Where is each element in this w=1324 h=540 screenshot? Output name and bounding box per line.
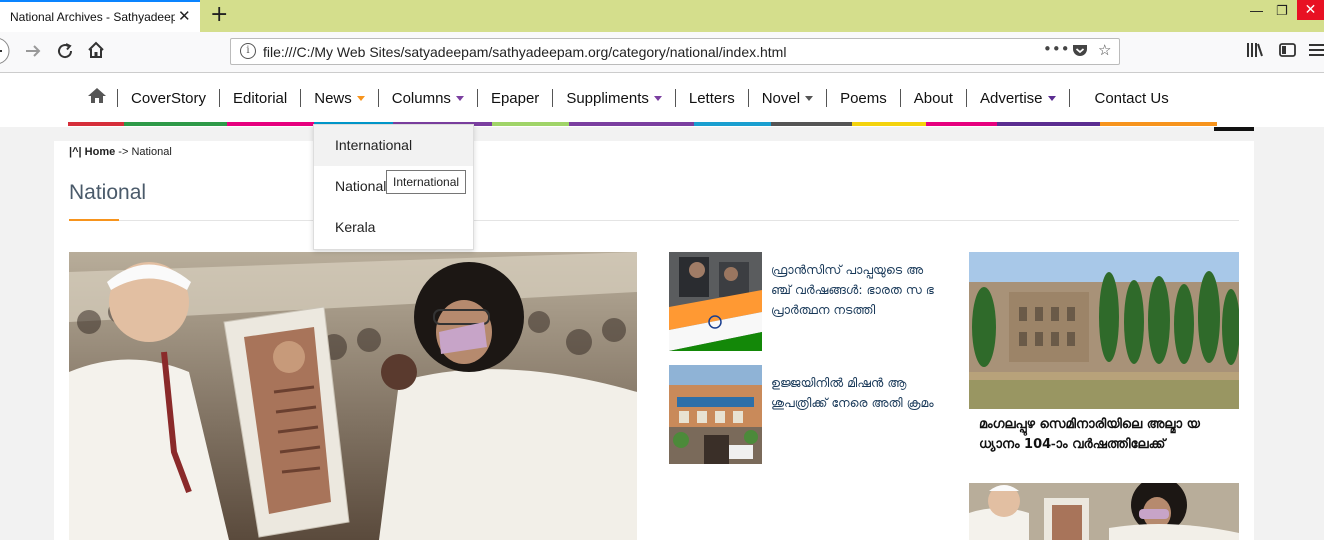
menu-label: News: [314, 89, 352, 107]
menu-label: CoverStory: [131, 89, 207, 107]
url-text[interactable]: file:///C:/My Web Sites/satyadeepam/sath…: [263, 44, 786, 60]
menu-item-editorial[interactable]: Editorial: [220, 90, 300, 107]
story-title[interactable]: ഉജ്ജയിനില്‍ മിഷന്‍ ആ ശുപത്രിക്ക് നേരെ അത…: [771, 373, 936, 413]
story-title[interactable]: ഫ്രാന്‍സിസ് പാപ്പയുടെ അ ഞ്ച് വര്‍ഷങ്ങള്‍…: [771, 260, 946, 320]
menu-item-novel[interactable]: Novel: [749, 90, 826, 107]
color-segment: [569, 122, 694, 126]
title-divider: [69, 220, 1239, 221]
main-content: |^| Home -> National National: [54, 141, 1254, 540]
breadcrumb-home[interactable]: Home: [85, 146, 116, 158]
menu-label: Contact Us: [1094, 89, 1169, 107]
menu-divider: [1068, 89, 1070, 107]
menu-item-suppliments[interactable]: Suppliments: [553, 90, 675, 107]
color-segment: [227, 122, 314, 126]
menu-label: Suppliments: [566, 89, 649, 107]
side-story-title[interactable]: മംഗലപ്പുഴ സെമിനാരിയിലെ അല്മാ യ ധ്യാനം 10…: [979, 415, 1234, 455]
caret-down-icon: [805, 95, 814, 101]
sidebar-icon[interactable]: [1279, 42, 1296, 63]
menu-item-columns[interactable]: Columns: [379, 90, 477, 107]
menu-label: About: [913, 89, 953, 107]
menu-label: Epaper: [490, 89, 540, 107]
menu-icon[interactable]: [1308, 42, 1324, 63]
page-title: National: [69, 181, 147, 204]
color-segment-end: [1214, 127, 1254, 131]
tab-title: National Archives - Sathyadeep: [10, 10, 175, 24]
title-accent: [69, 219, 119, 221]
caret-down-icon: [653, 95, 662, 101]
dropdown-item-international[interactable]: International: [314, 125, 473, 166]
tooltip: International: [386, 170, 467, 194]
color-segment: [694, 122, 771, 126]
breadcrumb-toggle[interactable]: |^|: [69, 146, 82, 158]
forward-icon[interactable]: [24, 42, 42, 65]
new-tab-button[interactable]: +: [210, 2, 228, 27]
menu-label: Novel: [761, 89, 801, 107]
reload-icon[interactable]: [56, 42, 74, 65]
color-segment: [492, 122, 569, 126]
color-segment: [852, 122, 926, 126]
hero-image[interactable]: [69, 252, 637, 540]
address-bar[interactable]: i file:///C:/My Web Sites/satyadeepam/sa…: [230, 38, 1120, 65]
menu-label: Editorial: [233, 89, 288, 107]
menu-item-letters[interactable]: Letters: [676, 90, 748, 107]
site-info-icon[interactable]: i: [240, 43, 256, 59]
breadcrumb-current: National: [131, 146, 172, 158]
library-icon[interactable]: [1246, 42, 1264, 63]
page-actions-icon[interactable]: •••: [1043, 40, 1070, 58]
menu-label: Poems: [840, 89, 887, 107]
menu-item-about[interactable]: About: [901, 90, 966, 107]
menu-item-contact-us[interactable]: Contact Us: [1082, 90, 1182, 107]
back-icon[interactable]: [0, 36, 14, 71]
site-navigation: CoverStory Editorial News Columns Epaper…: [0, 73, 1324, 127]
menu-item-news[interactable]: News: [301, 90, 378, 107]
color-segment: [997, 122, 1100, 126]
breadcrumb-arrow: ->: [118, 146, 129, 158]
main-menu: CoverStory Editorial News Columns Epaper…: [85, 87, 1182, 109]
pocket-icon[interactable]: [1072, 43, 1088, 62]
caret-down-icon: [1047, 95, 1056, 101]
browser-tab[interactable]: National Archives - Sathyadeep ✕: [0, 0, 200, 32]
menu-item-poems[interactable]: Poems: [827, 90, 900, 107]
menu-item-advertise[interactable]: Advertise: [967, 90, 1069, 107]
minimize-icon[interactable]: ―: [1250, 4, 1263, 19]
menu-label: Advertise: [979, 89, 1043, 107]
side-story-image[interactable]: [969, 483, 1239, 540]
menu-label: Letters: [688, 89, 735, 107]
menu-item-epaper[interactable]: Epaper: [478, 90, 552, 107]
bookmark-star-icon[interactable]: ☆: [1098, 41, 1111, 59]
browser-toolbar: i file:///C:/My Web Sites/satyadeepam/sa…: [0, 32, 1324, 73]
home-menu-icon[interactable]: [85, 87, 117, 109]
menu-color-bar: [68, 122, 1217, 126]
color-segment: [68, 122, 124, 126]
home-icon[interactable]: [87, 41, 105, 64]
color-segment: [926, 122, 997, 126]
story-thumbnail[interactable]: [669, 252, 762, 351]
close-tab-icon[interactable]: ✕: [178, 7, 191, 25]
window-close-icon[interactable]: ✕: [1297, 0, 1324, 20]
side-story-image[interactable]: [969, 252, 1239, 409]
menu-item-coverstory[interactable]: CoverStory: [118, 90, 219, 107]
color-segment: [771, 122, 852, 126]
tab-bar: National Archives - Sathyadeep ✕ + ― ❐ ✕: [0, 0, 1324, 32]
restore-icon[interactable]: ❐: [1276, 4, 1288, 19]
color-segment: [124, 122, 227, 126]
color-segment: [1100, 122, 1217, 126]
story-thumbnail[interactable]: [669, 365, 762, 464]
caret-down-icon: [356, 95, 365, 101]
caret-down-icon: [455, 95, 464, 101]
breadcrumb: |^| Home -> National: [69, 146, 172, 158]
menu-label: Columns: [391, 89, 451, 107]
dropdown-item-kerala[interactable]: Kerala: [314, 207, 473, 248]
